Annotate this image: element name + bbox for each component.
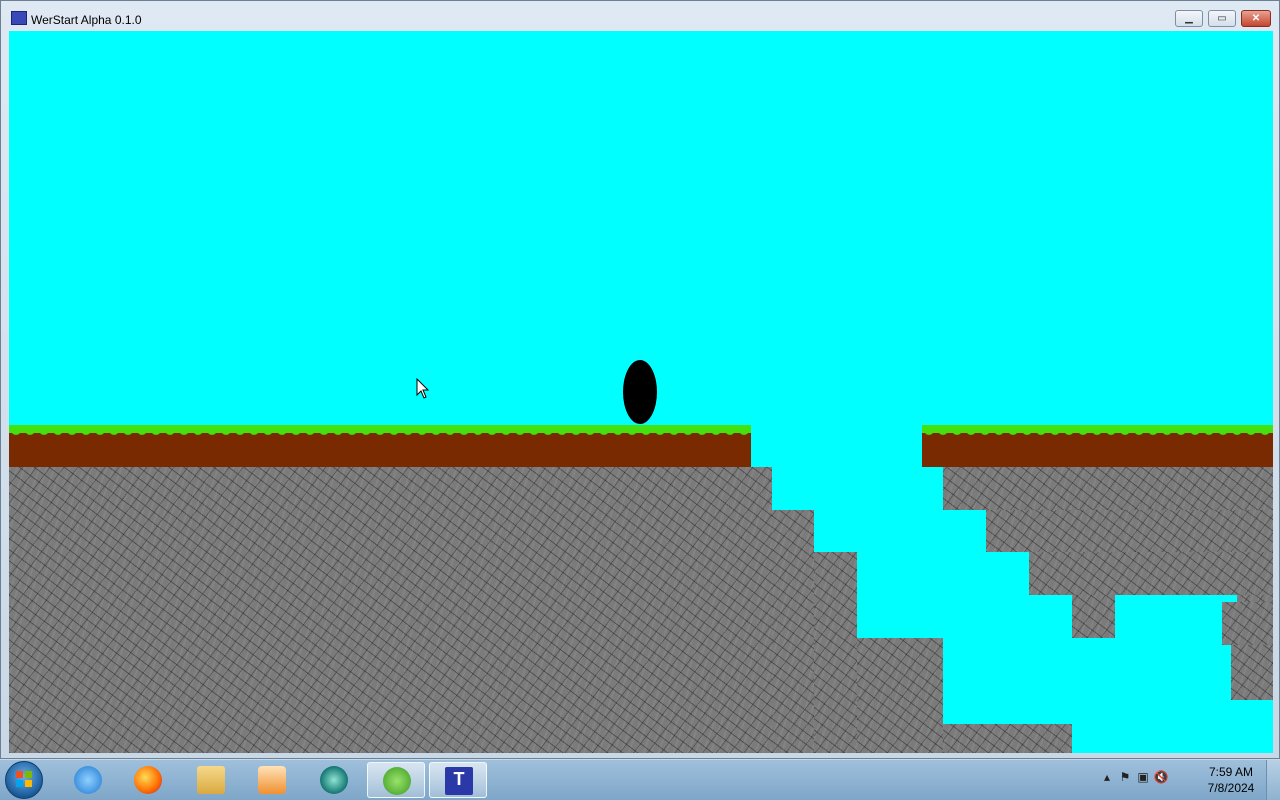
rock-terrain bbox=[1231, 645, 1273, 700]
utorrent-icon bbox=[383, 767, 411, 795]
clock-date: 7/8/2024 bbox=[1207, 781, 1255, 795]
title-bar[interactable]: WerStart Alpha 0.1.0 ▁ ▭ ✕ bbox=[1, 1, 1279, 31]
clock[interactable]: 7:59 AM 7/8/2024 bbox=[1200, 764, 1262, 796]
app-icon[interactable] bbox=[11, 11, 27, 25]
minimize-icon: ▁ bbox=[1185, 13, 1193, 24]
game-window: WerStart Alpha 0.1.0 ▁ ▭ ✕ bbox=[0, 0, 1280, 759]
taskbar-item-internet-explorer[interactable] bbox=[59, 762, 117, 798]
taskbar-item-utorrent[interactable] bbox=[367, 762, 425, 798]
taskbar-item-t-game[interactable]: T bbox=[429, 762, 487, 798]
grass-platform-left bbox=[9, 425, 751, 467]
taskbar-item-media-player[interactable] bbox=[243, 762, 301, 798]
windows-logo-icon bbox=[16, 771, 32, 787]
rock-terrain bbox=[986, 510, 1273, 552]
taskbar: T ▴ ⚑ ▣ 🔇 7:59 AM 7/8/2024 bbox=[0, 759, 1280, 800]
rock-terrain bbox=[814, 552, 857, 753]
maximize-button[interactable]: ▭ bbox=[1208, 10, 1236, 27]
camo-icon bbox=[320, 766, 348, 794]
rock-terrain bbox=[943, 724, 1072, 753]
show-hidden-icons-icon[interactable]: ▴ bbox=[1098, 770, 1116, 784]
taskbar-item-firefox[interactable] bbox=[119, 762, 177, 798]
close-icon: ✕ bbox=[1251, 13, 1261, 24]
volume-muted-icon[interactable]: 🔇 bbox=[1152, 770, 1170, 784]
rock-terrain bbox=[943, 467, 1273, 510]
show-desktop-button[interactable] bbox=[1266, 760, 1280, 800]
rock-terrain bbox=[1072, 595, 1115, 638]
internet-explorer-icon bbox=[74, 766, 102, 794]
firefox-icon bbox=[134, 766, 162, 794]
rock-terrain bbox=[1222, 602, 1273, 645]
system-tray: ▴ ⚑ ▣ 🔇 bbox=[1098, 770, 1170, 784]
action-center-flag-icon[interactable]: ⚑ bbox=[1116, 770, 1134, 784]
rock-terrain bbox=[772, 510, 814, 753]
start-button[interactable] bbox=[5, 761, 43, 799]
maximize-icon: ▭ bbox=[1217, 13, 1227, 24]
clock-time: 7:59 AM bbox=[1208, 765, 1254, 779]
rock-terrain bbox=[9, 467, 772, 753]
taskbar-item-file-explorer[interactable] bbox=[182, 762, 240, 798]
network-icon[interactable]: ▣ bbox=[1134, 770, 1152, 784]
media-player-icon bbox=[258, 766, 286, 794]
close-button[interactable]: ✕ bbox=[1241, 10, 1271, 27]
rock-terrain bbox=[1029, 552, 1273, 595]
window-title: WerStart Alpha 0.1.0 bbox=[31, 13, 142, 27]
taskbar-item-camo[interactable] bbox=[305, 762, 363, 798]
game-viewport[interactable] bbox=[9, 31, 1273, 753]
t-game-icon: T bbox=[445, 767, 473, 795]
mouse-cursor-icon bbox=[416, 378, 430, 399]
grass-platform-right bbox=[922, 425, 1273, 467]
rock-terrain bbox=[857, 638, 943, 753]
folder-icon bbox=[197, 766, 225, 794]
minimize-button[interactable]: ▁ bbox=[1175, 10, 1203, 27]
player-character bbox=[623, 360, 657, 424]
